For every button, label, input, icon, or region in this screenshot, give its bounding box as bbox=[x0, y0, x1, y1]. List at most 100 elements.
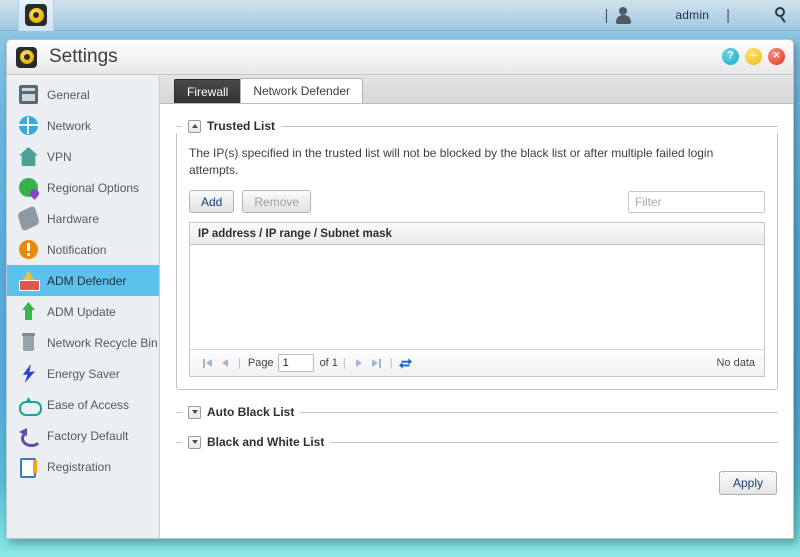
sidebar-item-factory-default[interactable]: Factory Default bbox=[7, 420, 159, 451]
trusted-list-toolbar: Add Remove Filter bbox=[189, 190, 765, 214]
grid-pager: | Page 1 of 1 | | No data bbox=[190, 349, 764, 377]
auto-black-list-title: Auto Black List bbox=[207, 405, 295, 420]
asustor-logo-icon bbox=[25, 4, 47, 26]
pager-separator-1: | bbox=[238, 357, 241, 370]
sidebar-item-label: Network Recycle Bin bbox=[47, 335, 158, 350]
globe-icon bbox=[19, 116, 38, 135]
pager-status: No data bbox=[716, 357, 755, 370]
window-body: General Network VPN Regional Options Har… bbox=[7, 75, 793, 538]
sidebar-item-label: Energy Saver bbox=[47, 366, 120, 381]
pager-page-label: Page bbox=[247, 357, 274, 370]
trusted-list-description: The IP(s) specified in the trusted list … bbox=[189, 146, 714, 178]
last-page-icon[interactable] bbox=[368, 355, 385, 372]
sidebar-item-energy-saver[interactable]: Energy Saver bbox=[7, 358, 159, 389]
window-titlebar[interactable]: Settings ? – × bbox=[7, 40, 793, 75]
settings-window: Settings ? – × General Network VPN Regio… bbox=[6, 39, 794, 539]
chevron-down-icon[interactable] bbox=[188, 435, 201, 449]
sidebar-item-label: Hardware bbox=[47, 211, 100, 226]
search-icon[interactable] bbox=[773, 6, 790, 24]
taskbar-separator-2: | bbox=[726, 6, 730, 24]
tab-firewall[interactable]: Firewall bbox=[174, 79, 242, 103]
lightning-icon bbox=[22, 364, 36, 383]
sidebar-item-general[interactable]: General bbox=[7, 79, 159, 110]
settings-content: Firewall Network Defender Trusted List T… bbox=[160, 75, 793, 538]
clipboard-icon bbox=[19, 457, 38, 478]
sidebar-item-label: ADM Update bbox=[47, 304, 116, 319]
trusted-list-header: Trusted List bbox=[176, 118, 778, 134]
black-and-white-list-title: Black and White List bbox=[207, 435, 325, 450]
disk-icon bbox=[17, 205, 40, 232]
sidebar-item-label: Regional Options bbox=[47, 180, 140, 195]
up-arrow-icon bbox=[19, 302, 38, 321]
black-and-white-list-section: Black and White List bbox=[176, 434, 778, 450]
pager-separator-3: | bbox=[389, 357, 393, 370]
trusted-list-body: The IP(s) specified in the trusted list … bbox=[176, 133, 778, 391]
taskbar-right-tray: | admin | bbox=[598, 0, 800, 31]
alert-icon bbox=[19, 240, 38, 259]
pager-separator-2: | bbox=[342, 357, 346, 370]
sidebar-item-label: Network bbox=[47, 118, 92, 133]
first-page-icon[interactable] bbox=[199, 355, 216, 372]
close-icon: × bbox=[773, 49, 780, 62]
sidebar-item-label: Notification bbox=[47, 242, 107, 257]
window-controls: ? – × bbox=[722, 48, 785, 65]
user-icon[interactable] bbox=[615, 6, 631, 24]
sidebar-item-adm-update[interactable]: ADM Update bbox=[7, 296, 159, 327]
firewall-icon bbox=[19, 271, 40, 291]
sidebar-item-adm-defender[interactable]: ADM Defender bbox=[7, 265, 159, 296]
sidebar-item-ease-of-access[interactable]: Ease of Access bbox=[7, 389, 159, 420]
server-icon bbox=[19, 85, 38, 104]
footer-actions: Apply bbox=[176, 471, 778, 496]
tab-network-defender[interactable]: Network Defender bbox=[240, 78, 364, 103]
sidebar-item-label: Factory Default bbox=[47, 428, 129, 443]
help-button[interactable]: ? bbox=[722, 48, 739, 65]
sidebar-item-vpn[interactable]: VPN bbox=[7, 141, 159, 172]
asustor-logo-icon bbox=[16, 46, 37, 68]
taskbar-launcher-button[interactable] bbox=[18, 0, 54, 31]
trusted-list-grid: IP address / IP range / Subnet mask | Pa… bbox=[189, 222, 765, 378]
auto-black-list-section: Auto Black List bbox=[176, 404, 778, 420]
sidebar-item-hardware[interactable]: Hardware bbox=[7, 203, 159, 234]
remove-button[interactable]: Remove bbox=[242, 190, 312, 214]
add-button[interactable]: Add bbox=[189, 190, 235, 214]
apply-button[interactable]: Apply bbox=[718, 471, 777, 496]
help-icon: ? bbox=[727, 49, 734, 62]
minimize-button[interactable]: – bbox=[745, 48, 762, 65]
pager-total-pages: of 1 bbox=[319, 357, 338, 370]
filter-input[interactable]: Filter bbox=[628, 190, 765, 213]
header-tail-rule bbox=[330, 441, 778, 443]
globe-pin-icon bbox=[19, 178, 38, 197]
sidebar-item-registration[interactable]: Registration bbox=[7, 451, 159, 482]
desktop-taskbar: | admin | bbox=[0, 0, 800, 31]
trusted-list-title: Trusted List bbox=[207, 119, 276, 133]
black-and-white-list-header[interactable]: Black and White List bbox=[176, 434, 778, 450]
next-page-icon[interactable] bbox=[351, 355, 368, 372]
column-header-ip-address: IP address / IP range / Subnet mask bbox=[198, 227, 392, 240]
taskbar-username: admin bbox=[675, 8, 710, 22]
cloud-arrow-icon bbox=[19, 395, 42, 416]
header-lead-rule bbox=[176, 441, 182, 443]
trash-icon bbox=[19, 333, 38, 352]
minimize-icon: – bbox=[750, 49, 757, 62]
previous-page-icon[interactable] bbox=[216, 355, 233, 372]
grid-body-empty bbox=[190, 245, 764, 350]
sidebar-item-label: Ease of Access bbox=[47, 397, 130, 412]
page-number-input[interactable]: 1 bbox=[277, 354, 314, 373]
close-button[interactable]: × bbox=[768, 48, 785, 65]
trusted-list-section: Trusted List The IP(s) specified in the … bbox=[176, 118, 778, 391]
network-defender-panel: Trusted List The IP(s) specified in the … bbox=[160, 104, 793, 538]
chevron-down-icon[interactable] bbox=[188, 405, 201, 419]
undo-arrow-icon bbox=[19, 426, 42, 447]
sidebar-item-regional-options[interactable]: Regional Options bbox=[7, 172, 159, 203]
header-lead-rule bbox=[176, 125, 182, 127]
chevron-up-icon[interactable] bbox=[188, 119, 201, 133]
taskbar-separator-1: | bbox=[604, 6, 609, 24]
auto-black-list-header[interactable]: Auto Black List bbox=[176, 404, 778, 420]
header-lead-rule bbox=[176, 411, 182, 413]
refresh-icon[interactable] bbox=[398, 356, 413, 371]
sidebar-item-network-recycle-bin[interactable]: Network Recycle Bin bbox=[7, 327, 159, 358]
sidebar-item-network[interactable]: Network bbox=[7, 110, 159, 141]
sidebar-item-notification[interactable]: Notification bbox=[7, 234, 159, 265]
page-title: Settings bbox=[49, 46, 118, 67]
grid-header-row: IP address / IP range / Subnet mask bbox=[190, 223, 764, 246]
